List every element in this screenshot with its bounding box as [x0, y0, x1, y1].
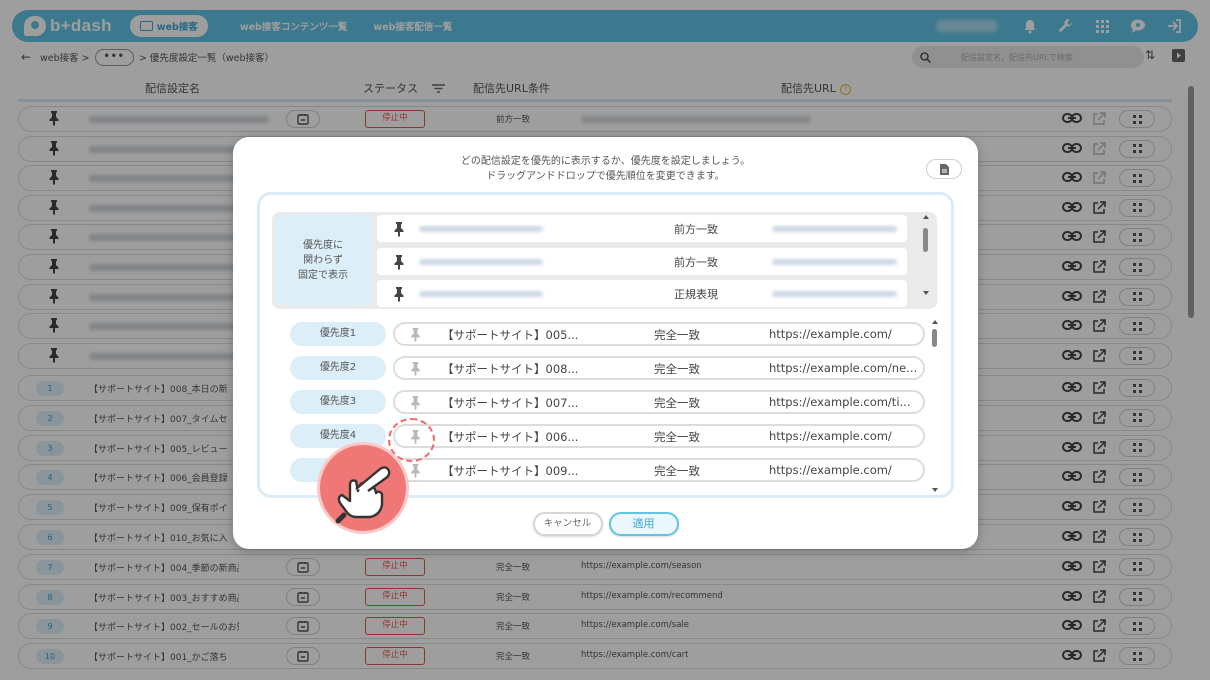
document-icon — [939, 163, 949, 175]
fixed-label-line3: 固定で表示 — [298, 269, 348, 281]
url-condition: 完全一致 — [654, 430, 700, 444]
url-condition: 正規表現 — [674, 288, 718, 301]
blurred-url — [419, 291, 543, 297]
pin-outline-icon[interactable] — [408, 361, 423, 379]
blurred-url — [419, 226, 543, 232]
fixed-scrollbar-thumb[interactable] — [923, 228, 928, 252]
pin-outline-icon[interactable] — [408, 327, 423, 345]
priority-list-item[interactable]: 【サポートサイト】007... 完全一致 https://example.com/t… — [393, 390, 925, 414]
priority-label: 優先度1 — [290, 322, 386, 346]
delivery-url: https://example.com/ti... — [769, 395, 911, 409]
priority-list-scrollbar[interactable] — [931, 320, 939, 492]
priority-label: 優先度2 — [290, 356, 386, 380]
blurred-url — [772, 291, 897, 297]
fixed-list-item[interactable]: 前方一致 — [377, 215, 907, 242]
blurred-url — [419, 258, 543, 265]
priority-list-item[interactable]: 【サポートサイト】009... 完全一致 https://example.com/ — [393, 458, 925, 482]
scroll-up-icon[interactable] — [923, 215, 929, 219]
url-condition: 完全一致 — [654, 396, 700, 410]
modal-instruction-line1: どの配信設定を優先的に表示するか、優先度を設定しましょう。 — [460, 156, 751, 167]
delivery-url: https://example.com/ — [769, 429, 892, 443]
url-condition: 完全一致 — [654, 362, 700, 376]
fixed-list-item[interactable]: 前方一致 — [377, 247, 907, 275]
priority-scrollbar-thumb[interactable] — [932, 329, 937, 347]
blurred-url — [772, 258, 897, 265]
fixed-label-line1: 優先度に — [303, 239, 343, 251]
fixed-label-line2: 関わらず — [303, 254, 343, 266]
pin-icon[interactable] — [391, 221, 407, 240]
fixed-display-label: 優先度に 関わらず 固定で表示 — [275, 215, 371, 305]
pin-outline-icon[interactable] — [408, 395, 423, 413]
url-condition: 完全一致 — [654, 464, 700, 478]
priority-label: 優先度3 — [290, 390, 386, 414]
cancel-button[interactable]: キャンセル — [532, 512, 603, 536]
document-button[interactable] — [926, 159, 962, 179]
scroll-up-icon[interactable] — [932, 320, 938, 324]
fixed-list-item[interactable]: 正規表現 — [377, 280, 907, 307]
scroll-down-icon[interactable] — [923, 291, 929, 295]
pin-outline-icon[interactable] — [408, 463, 423, 481]
delivery-url: https://example.com/ — [769, 327, 892, 341]
pointing-hand-icon — [317, 442, 409, 534]
modal-instructions: どの配信設定を優先的に表示するか、優先度を設定しましょう。 ドラッグアンドドロッ… — [233, 154, 978, 184]
blurred-url — [772, 226, 897, 232]
apply-button[interactable]: 適用 — [608, 512, 679, 536]
setting-name: 【サポートサイト】008... — [442, 362, 579, 376]
fixed-display-section: 優先度に 関わらず 固定で表示 前方一致 前方一致 正規表現 — [272, 212, 937, 309]
setting-name: 【サポートサイト】007... — [442, 396, 579, 410]
modal-instruction-line2: ドラッグアンドドロップで優先順位を変更できます。 — [486, 171, 725, 182]
url-condition: 完全一致 — [654, 328, 700, 342]
priority-list-item[interactable]: 【サポートサイト】008... 完全一致 https://example.com/n… — [393, 356, 925, 380]
fixed-list-scrollbar[interactable] — [922, 215, 930, 295]
url-condition: 前方一致 — [674, 255, 718, 269]
setting-name: 【サポートサイト】009... — [442, 464, 579, 478]
pin-icon[interactable] — [391, 286, 407, 305]
priority-list-item[interactable]: 【サポートサイト】005... 完全一致 https://example.com/ — [393, 322, 925, 346]
delivery-url: https://example.com/ — [769, 463, 892, 477]
setting-name: 【サポートサイト】006... — [442, 430, 579, 444]
setting-name: 【サポートサイト】005... — [442, 328, 579, 342]
pin-icon[interactable] — [391, 254, 407, 273]
priority-list-item[interactable]: 【サポートサイト】006... 完全一致 https://example.com/ — [393, 424, 925, 448]
scroll-down-icon[interactable] — [932, 488, 938, 492]
url-condition: 前方一致 — [674, 223, 718, 236]
delivery-url: https://example.com/ne... — [769, 361, 918, 375]
